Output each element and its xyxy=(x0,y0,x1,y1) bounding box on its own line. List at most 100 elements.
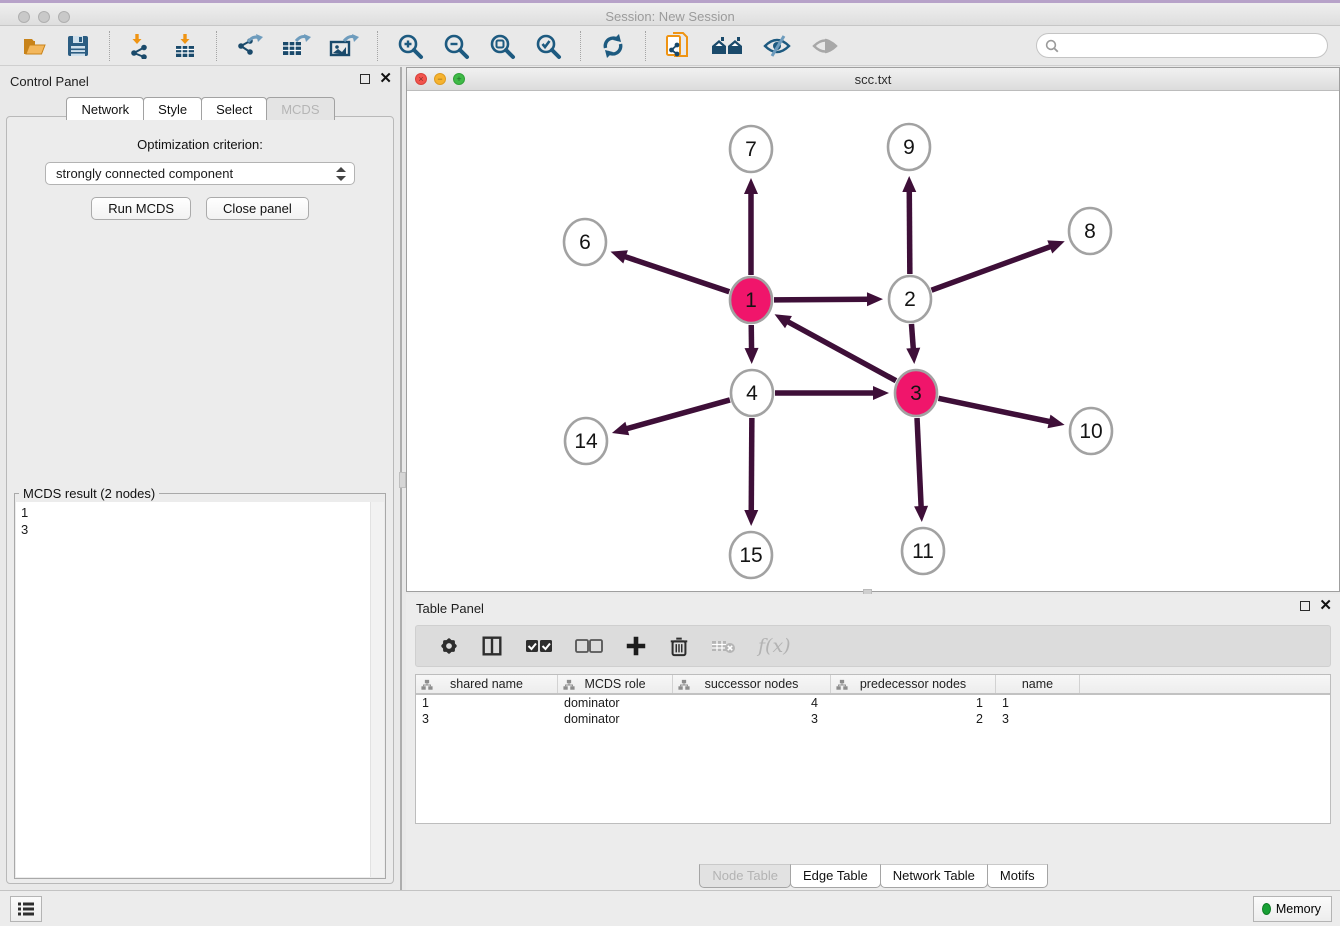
save-session-button[interactable] xyxy=(63,31,93,61)
open-session-button[interactable] xyxy=(19,31,49,61)
minimize-network-icon[interactable]: − xyxy=(434,73,446,85)
graph-edge-1-4[interactable] xyxy=(745,325,759,364)
graph-node-4[interactable]: 4 xyxy=(731,370,773,416)
table-settings-button[interactable] xyxy=(438,635,460,657)
import-network-button[interactable] xyxy=(126,31,156,61)
run-mcds-button[interactable]: Run MCDS xyxy=(91,197,191,220)
graph-edge-3-10[interactable] xyxy=(938,398,1064,428)
hide-graphics-button[interactable] xyxy=(760,31,794,61)
graph-edge-4-15[interactable] xyxy=(744,418,758,526)
graph-node-2[interactable]: 2 xyxy=(889,276,931,322)
select-all-columns-button[interactable] xyxy=(524,637,554,655)
refresh-view-button[interactable] xyxy=(597,30,629,62)
table-cell[interactable]: 1 xyxy=(831,696,996,710)
tab-select[interactable]: Select xyxy=(201,97,267,120)
column-header-predecessor-nodes[interactable]: predecessor nodes xyxy=(831,675,996,693)
column-tree-icon xyxy=(836,679,848,691)
column-header-shared-name[interactable]: shared name xyxy=(416,675,558,693)
table-cell[interactable]: 1 xyxy=(996,696,1080,710)
export-image-button[interactable] xyxy=(327,31,361,61)
maximize-network-icon[interactable]: + xyxy=(453,73,465,85)
export-network-button[interactable] xyxy=(233,31,265,61)
float-panel-icon[interactable] xyxy=(360,74,370,84)
tab-node-table[interactable]: Node Table xyxy=(699,864,791,888)
graph-edge-4-3[interactable] xyxy=(775,386,889,400)
show-all-networks-button[interactable] xyxy=(708,31,746,61)
graph-edge-3-11[interactable] xyxy=(914,418,928,522)
table-cell[interactable]: 2 xyxy=(831,712,996,726)
task-history-button[interactable] xyxy=(10,896,42,922)
table-header-row: shared nameMCDS rolesuccessor nodesprede… xyxy=(416,675,1330,695)
delete-column-button[interactable] xyxy=(668,634,690,658)
svg-text:2: 2 xyxy=(904,288,916,311)
deselect-all-columns-button[interactable] xyxy=(574,637,604,655)
table-cell[interactable]: 3 xyxy=(416,712,558,726)
table-cell[interactable]: 4 xyxy=(673,696,831,710)
clone-network-button[interactable] xyxy=(662,29,694,63)
table-cell[interactable]: dominator xyxy=(558,712,673,726)
graph-edge-2-3[interactable] xyxy=(906,324,920,364)
graph-node-7[interactable]: 7 xyxy=(730,126,772,172)
tab-network[interactable]: Network xyxy=(66,97,144,120)
graph-edge-3-1[interactable] xyxy=(775,314,896,380)
close-panel-icon[interactable]: ✕ xyxy=(379,73,392,85)
show-columns-button[interactable] xyxy=(480,634,504,658)
graph-edge-4-14[interactable] xyxy=(612,400,730,435)
column-header-successor-nodes[interactable]: successor nodes xyxy=(673,675,831,693)
column-header-name[interactable]: name xyxy=(996,675,1080,693)
graph-node-9[interactable]: 9 xyxy=(888,124,930,170)
zoom-out-button[interactable] xyxy=(440,30,472,62)
graph-edge-2-8[interactable] xyxy=(932,240,1065,290)
tab-style[interactable]: Style xyxy=(143,97,202,120)
close-panel-button[interactable]: Close panel xyxy=(206,197,309,220)
criterion-dropdown[interactable]: strongly connected component xyxy=(45,162,355,185)
float-table-panel-icon[interactable] xyxy=(1300,601,1310,611)
close-table-panel-icon[interactable]: ✕ xyxy=(1319,600,1332,612)
export-table-button[interactable] xyxy=(279,31,313,61)
table-cell[interactable]: 3 xyxy=(996,712,1080,726)
result-line: 1 xyxy=(21,504,379,521)
delete-table-button[interactable] xyxy=(710,637,738,655)
graph-edge-1-2[interactable] xyxy=(774,292,883,306)
result-scrollbar[interactable] xyxy=(370,502,384,877)
mcds-result-list[interactable]: 13 xyxy=(16,502,384,877)
graph-edge-2-9[interactable] xyxy=(902,176,916,274)
table-cell[interactable]: 3 xyxy=(673,712,831,726)
toolbar-separator xyxy=(216,31,217,61)
graph-node-11[interactable]: 11 xyxy=(902,528,944,574)
vertical-splitter-handle[interactable] xyxy=(399,472,406,488)
zoom-fit-button[interactable] xyxy=(486,30,518,62)
tab-edge-table[interactable]: Edge Table xyxy=(790,864,881,888)
graph-edge-1-7[interactable] xyxy=(744,178,758,275)
refresh-icon xyxy=(599,32,627,60)
column-header-MCDS-role[interactable]: MCDS role xyxy=(558,675,673,693)
tab-motifs[interactable]: Motifs xyxy=(987,864,1048,888)
table-cell[interactable]: dominator xyxy=(558,696,673,710)
graph-node-10[interactable]: 10 xyxy=(1070,408,1112,454)
graph-node-6[interactable]: 6 xyxy=(564,219,606,265)
graph-node-8[interactable]: 8 xyxy=(1069,208,1111,254)
zoom-in-icon xyxy=(396,32,424,60)
graph-edge-1-6[interactable] xyxy=(610,250,729,292)
graph-svg[interactable]: 7 9 6 8 1 2 4 3 14 10 15 11 xyxy=(407,92,1339,592)
memory-button[interactable]: Memory xyxy=(1253,896,1332,922)
tab-mcds[interactable]: MCDS xyxy=(266,97,334,120)
zoom-selected-button[interactable] xyxy=(532,30,564,62)
svg-text:6: 6 xyxy=(579,231,591,254)
function-builder-button[interactable]: f(x) xyxy=(758,635,791,657)
show-graphics-button[interactable] xyxy=(808,31,842,61)
zoom-fit-icon xyxy=(488,32,516,60)
zoom-in-button[interactable] xyxy=(394,30,426,62)
import-table-button[interactable] xyxy=(170,31,200,61)
graph-node-15[interactable]: 15 xyxy=(730,532,772,578)
table-cell[interactable]: 1 xyxy=(416,696,558,710)
graph-node-14[interactable]: 14 xyxy=(565,418,607,464)
close-network-icon[interactable]: × xyxy=(415,73,427,85)
search-input[interactable] xyxy=(1064,38,1319,53)
add-column-button[interactable] xyxy=(624,634,648,658)
graph-node-3[interactable]: 3 xyxy=(895,370,937,416)
tab-network-table[interactable]: Network Table xyxy=(880,864,988,888)
svg-text:3: 3 xyxy=(910,382,922,405)
graph-node-1[interactable]: 1 xyxy=(730,277,772,323)
table-row: 1dominator411 xyxy=(416,695,1330,711)
